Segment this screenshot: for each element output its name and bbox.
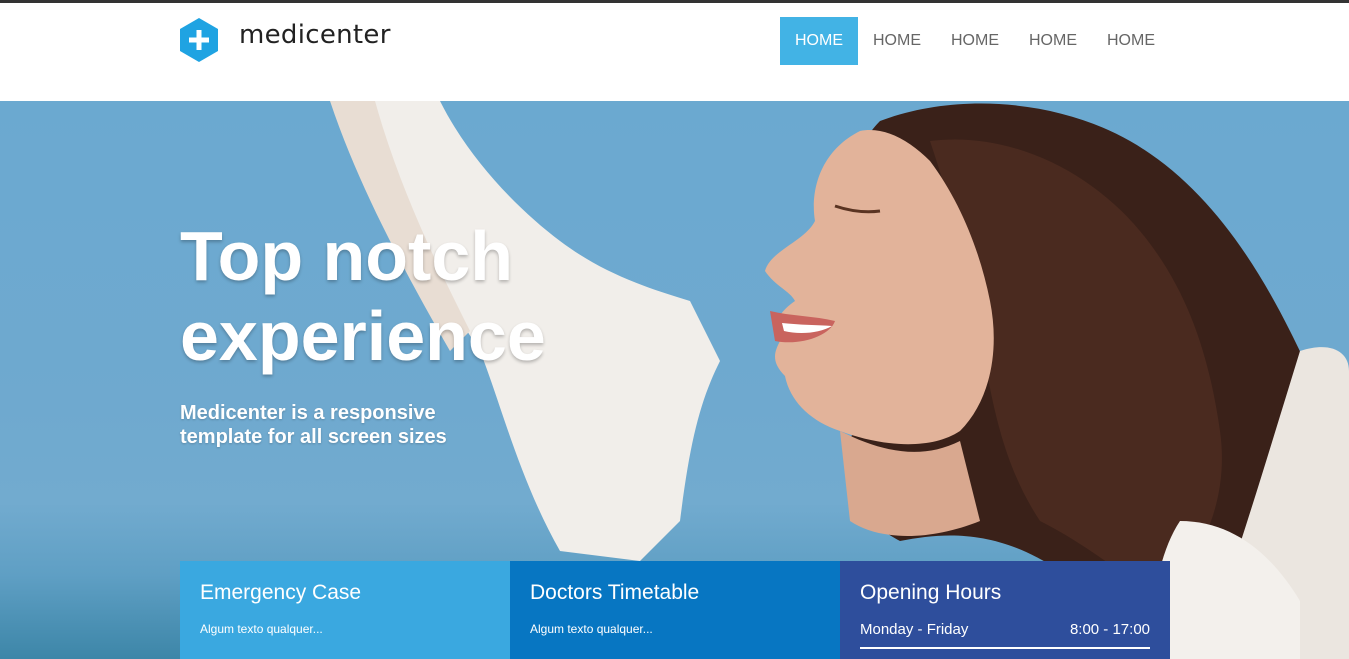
main-nav: HOME HOME HOME HOME HOME — [780, 17, 1170, 65]
hero-subtitle-line-2: template for all screen sizes — [180, 426, 447, 448]
box-text: Algum texto qualquer... — [530, 622, 653, 636]
opening-hours-box: Opening Hours Monday - Friday 8:00 - 17:… — [840, 561, 1170, 659]
plus-hexagon-icon — [180, 18, 218, 62]
hours-day: Monday - Friday — [860, 621, 969, 638]
hero-slider: Top notch experience Medicenter is a res… — [0, 101, 1349, 659]
box-title: Doctors Timetable — [530, 581, 700, 604]
hero-title-line-2: experience — [180, 297, 546, 375]
box-title: Opening Hours — [860, 581, 1002, 604]
box-text: Algum texto qualquer... — [200, 622, 323, 636]
hours-time: 8:00 - 17:00 — [1069, 621, 1150, 638]
brand-name: medicenter — [239, 20, 391, 50]
emergency-case-box[interactable]: Emergency Case Algum texto qualquer... — [180, 561, 510, 659]
logo[interactable]: medicenter — [180, 18, 391, 62]
hero-title: Top notch experience — [180, 216, 700, 376]
nav-item-home-4[interactable]: HOME — [1014, 17, 1092, 65]
nav-item-home-3[interactable]: HOME — [936, 17, 1014, 65]
box-title: Emergency Case — [200, 581, 362, 604]
hero-subtitle-line-1: Medicenter is a responsive — [180, 402, 436, 424]
hero-title-line-1: Top notch — [180, 217, 514, 295]
info-boxes: Emergency Case Algum texto qualquer... D… — [180, 561, 1170, 659]
site-header: medicenter HOME HOME HOME HOME HOME — [0, 3, 1349, 101]
doctors-timetable-box[interactable]: Doctors Timetable Algum texto qualquer..… — [510, 561, 840, 659]
nav-item-home-5[interactable]: HOME — [1092, 17, 1170, 65]
hero-subtitle: Medicenter is a responsive template for … — [180, 401, 500, 449]
hours-row: Monday - Friday 8:00 - 17:00 — [860, 621, 1150, 649]
nav-item-home-1[interactable]: HOME — [780, 17, 858, 65]
nav-item-home-2[interactable]: HOME — [858, 17, 936, 65]
